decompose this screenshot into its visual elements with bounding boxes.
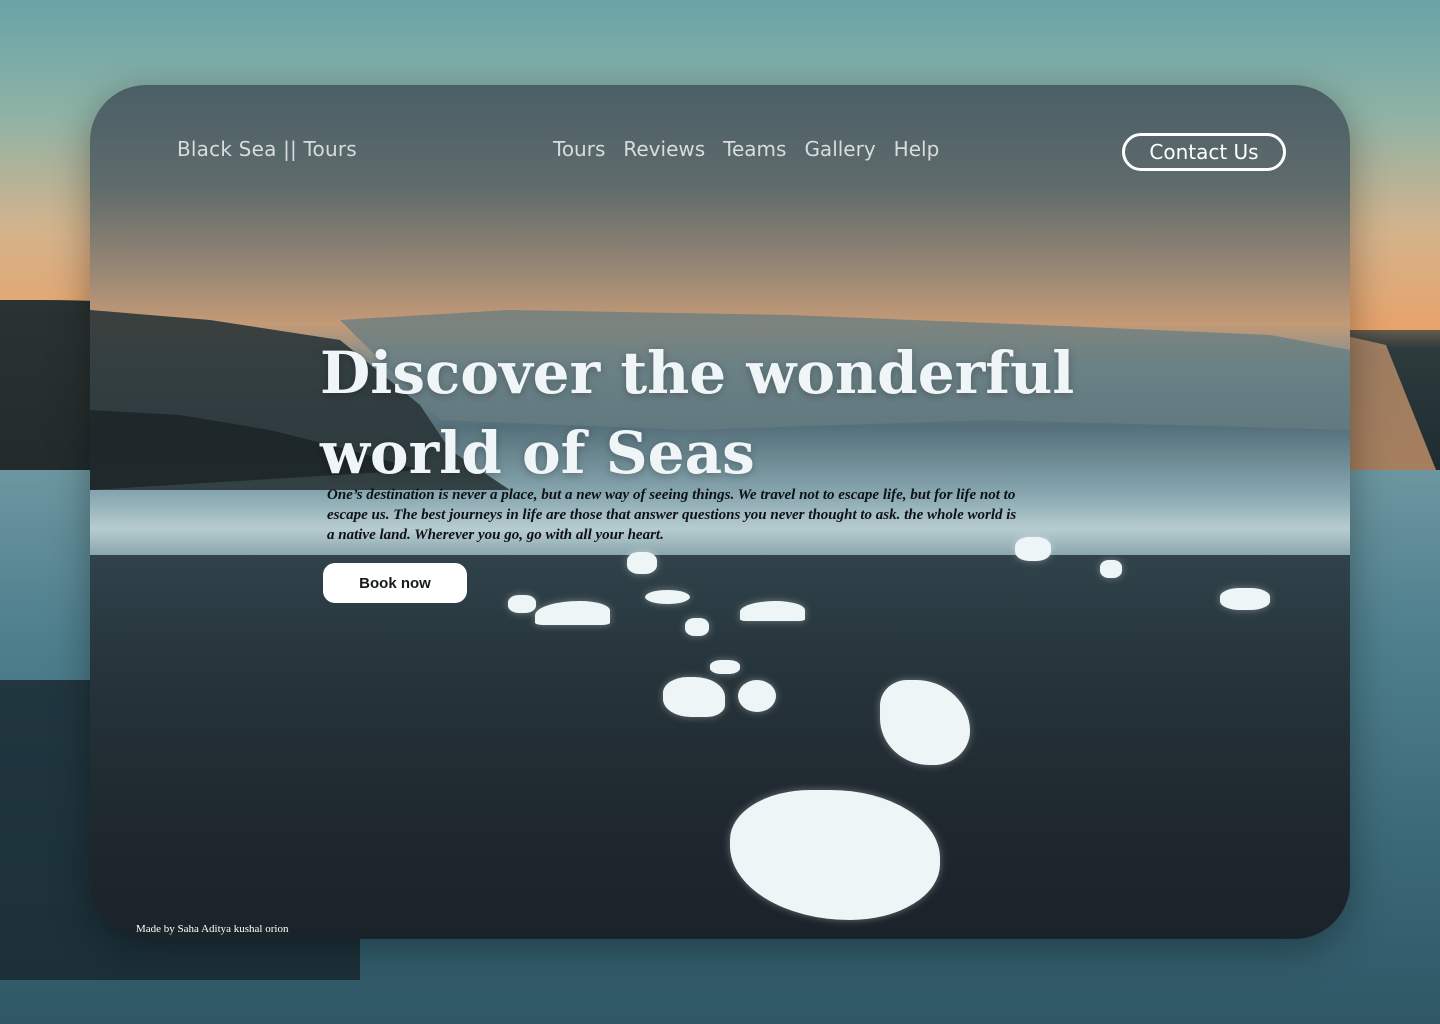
black-sand-beach (90, 555, 1350, 939)
ice-chunk (508, 595, 536, 613)
contact-us-button[interactable]: Contact Us (1122, 133, 1286, 171)
ice-chunk (645, 590, 690, 604)
ice-chunk (535, 601, 610, 625)
hero-title: Discover the wonderful world of Seas (320, 339, 1075, 487)
ice-chunk (663, 677, 725, 717)
ice-chunk (1015, 537, 1051, 561)
hero-description: One’s destination is never a place, but … (327, 487, 1017, 543)
credit-text: Made by Saha Aditya kushal orion (136, 923, 289, 935)
nav-item-help[interactable]: Help (894, 137, 940, 161)
ice-chunk (1100, 560, 1122, 578)
ice-chunk (710, 660, 740, 674)
nav-item-gallery[interactable]: Gallery (804, 137, 875, 161)
ice-chunk (627, 552, 657, 574)
nav-item-tours[interactable]: Tours (553, 137, 605, 161)
main-nav: Tours Reviews Teams Gallery Help (553, 137, 939, 161)
hero-card: Black Sea || Tours Tours Reviews Teams G… (90, 85, 1350, 939)
nav-item-teams[interactable]: Teams (723, 137, 786, 161)
ice-chunk (738, 680, 776, 712)
nav-item-reviews[interactable]: Reviews (623, 137, 705, 161)
ice-chunk (685, 618, 709, 636)
book-now-button[interactable]: Book now (323, 563, 467, 603)
ice-chunk (740, 601, 805, 621)
ice-chunk (1220, 588, 1270, 610)
brand-logo[interactable]: Black Sea || Tours (177, 137, 357, 161)
